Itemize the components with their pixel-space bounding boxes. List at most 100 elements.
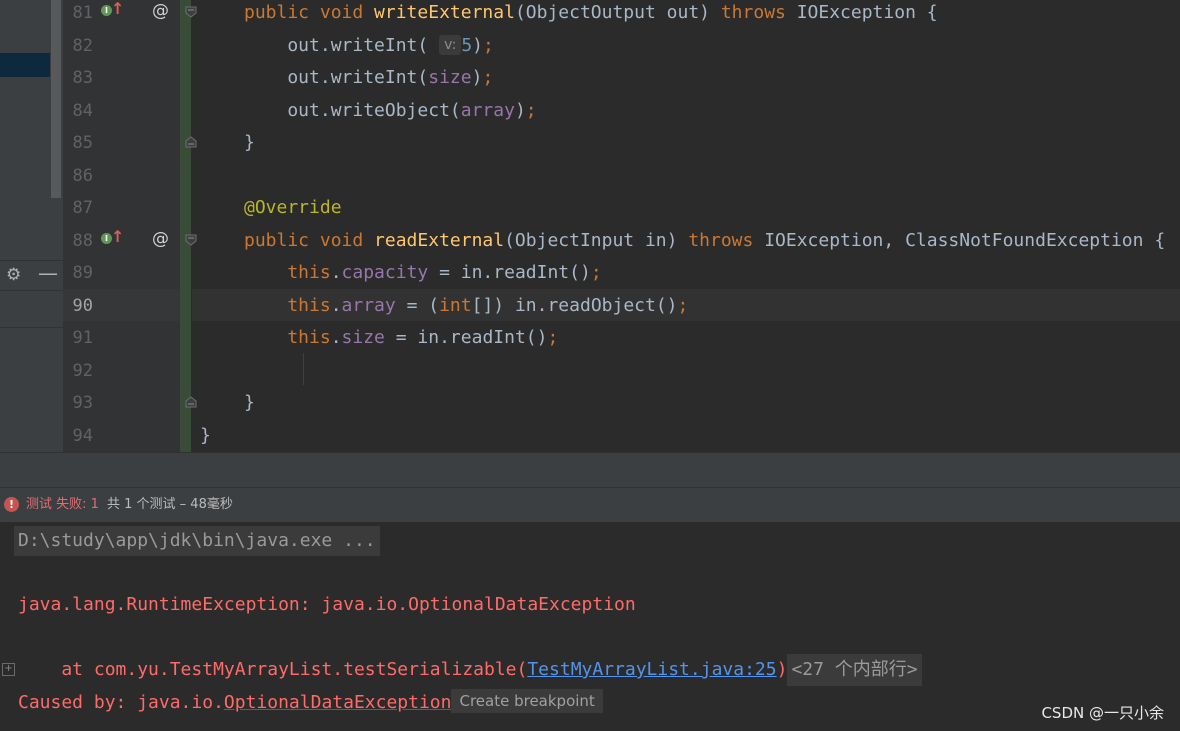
code-token: this bbox=[244, 327, 331, 348]
code-token: ; bbox=[677, 294, 689, 316]
code-token: out.writeInt( bbox=[244, 34, 440, 56]
exception-line: java.lang.RuntimeException: java.io.Opti… bbox=[18, 594, 636, 615]
line-number[interactable]: 88 bbox=[63, 225, 93, 257]
fold-icon[interactable] bbox=[184, 135, 198, 149]
code-line[interactable]: 94} bbox=[63, 420, 1180, 452]
code-token: []) in.readObject() bbox=[471, 294, 678, 316]
code-token: } bbox=[200, 424, 211, 446]
code-line[interactable]: 89 this.capacity = in.readInt(); bbox=[63, 257, 1180, 289]
code-token: array bbox=[341, 294, 396, 316]
divider bbox=[0, 290, 63, 291]
code-token: readExternal bbox=[374, 229, 505, 251]
code-token: IOException, ClassNotFoundException { bbox=[764, 229, 1166, 251]
expand-icon[interactable]: + bbox=[2, 663, 15, 676]
gear-icon[interactable]: ⚙ bbox=[6, 265, 21, 285]
code-token: throws bbox=[720, 2, 797, 23]
line-number[interactable]: 83 bbox=[63, 62, 93, 94]
code-editor[interactable]: 81 I ↑ @ public void writeExternal(ObjectOut… bbox=[63, 0, 1180, 452]
parameter-hint: v: bbox=[439, 34, 462, 55]
code-text[interactable]: out.writeObject(array); bbox=[244, 95, 536, 127]
run-console[interactable]: D:\study\app\jdk\bin\java.exe ... java.l… bbox=[0, 522, 1180, 731]
project-tool-strip: ⚙ — bbox=[0, 0, 63, 452]
error-icon: ! bbox=[4, 497, 19, 512]
annotation-marker-icon[interactable]: @ bbox=[152, 225, 169, 253]
arrow-up-icon: ↑ bbox=[111, 226, 125, 246]
code-token: size bbox=[341, 327, 385, 348]
code-text[interactable]: out.writeInt(size); bbox=[244, 62, 493, 94]
fold-icon[interactable] bbox=[184, 233, 198, 247]
code-line[interactable]: 92 bbox=[63, 355, 1180, 387]
project-selected-row[interactable] bbox=[0, 53, 50, 77]
code-token: ) bbox=[514, 99, 526, 121]
code-text[interactable]: public void readExternal(ObjectInput in)… bbox=[244, 225, 1165, 257]
code-text[interactable]: } bbox=[244, 127, 255, 159]
code-line[interactable]: 83 out.writeInt(size); bbox=[63, 62, 1180, 94]
fold-icon[interactable] bbox=[184, 5, 198, 19]
code-text[interactable]: } bbox=[244, 387, 255, 419]
line-number[interactable]: 94 bbox=[63, 420, 93, 452]
code-token: = in.readInt() bbox=[384, 327, 548, 348]
code-text[interactable]: public void writeExternal(ObjectOutput o… bbox=[244, 0, 938, 29]
code-token: writeExternal bbox=[374, 2, 515, 23]
panel-splitter[interactable] bbox=[0, 452, 1180, 488]
create-breakpoint-button[interactable]: Create breakpoint bbox=[451, 689, 603, 713]
line-number[interactable]: 81 bbox=[63, 0, 93, 29]
code-token: throws bbox=[688, 229, 765, 251]
annotation-marker-icon[interactable]: @ bbox=[152, 0, 169, 25]
code-token: out.writeInt( bbox=[244, 67, 429, 88]
line-number[interactable]: 91 bbox=[63, 322, 93, 354]
line-number[interactable]: 89 bbox=[63, 257, 93, 289]
watermark: CSDN @一只小余 bbox=[1041, 704, 1164, 722]
arrow-up-icon: ↑ bbox=[111, 0, 125, 18]
caused-by-prefix: Caused by: java.io. bbox=[18, 692, 224, 713]
code-token: = in.readInt() bbox=[428, 262, 591, 283]
code-token: . bbox=[330, 327, 342, 348]
fold-icon[interactable] bbox=[184, 395, 198, 409]
code-token: capacity bbox=[341, 262, 429, 283]
exception-class-link[interactable]: OptionalDataException bbox=[224, 692, 452, 713]
line-number[interactable]: 90 bbox=[63, 290, 93, 322]
stack-frame-prefix: at com.yu.TestMyArrayList.testSerializab… bbox=[18, 659, 528, 680]
code-line[interactable]: 91 this.size = in.readInt(); bbox=[63, 322, 1180, 354]
folded-frames-button[interactable]: <27 个内部行> bbox=[787, 654, 922, 686]
code-line[interactable]: 84 out.writeObject(array); bbox=[63, 95, 1180, 127]
line-number[interactable]: 86 bbox=[63, 160, 93, 192]
code-text[interactable]: this.capacity = in.readInt(); bbox=[244, 257, 602, 289]
source-link[interactable]: TestMyArrayList.java:25 bbox=[527, 659, 776, 680]
line-number[interactable]: 84 bbox=[63, 95, 93, 127]
code-line[interactable]: 87 @Override bbox=[63, 192, 1180, 224]
implements-method-icon[interactable]: I ↑ bbox=[101, 226, 125, 250]
line-number[interactable]: 92 bbox=[63, 355, 93, 387]
code-token: IOException { bbox=[796, 2, 938, 23]
code-token: this bbox=[244, 294, 331, 316]
code-text[interactable]: } bbox=[200, 420, 211, 452]
code-token: ; bbox=[482, 67, 494, 88]
line-number[interactable]: 87 bbox=[63, 192, 93, 224]
minimize-icon[interactable]: — bbox=[38, 261, 58, 285]
code-token: (ObjectInput in) bbox=[504, 229, 689, 251]
code-line[interactable]: 88 I ↑ @ public void readExternal(ObjectInpu… bbox=[63, 225, 1180, 257]
line-number[interactable]: 82 bbox=[63, 30, 93, 62]
code-line[interactable]: 82 out.writeInt( v: 5); bbox=[63, 30, 1180, 62]
code-line[interactable]: 85} bbox=[63, 127, 1180, 159]
code-token: ; bbox=[590, 262, 602, 283]
code-line[interactable]: 93} bbox=[63, 387, 1180, 419]
line-number[interactable]: 93 bbox=[63, 387, 93, 419]
code-token: public void bbox=[244, 2, 375, 23]
code-text[interactable]: out.writeInt( v: 5); bbox=[244, 30, 494, 62]
code-token: ) bbox=[471, 67, 483, 88]
code-token: } bbox=[244, 392, 255, 413]
code-token: 5 bbox=[461, 34, 473, 56]
test-fail-label: 测试 失败: 1 bbox=[26, 497, 99, 512]
line-number[interactable]: 85 bbox=[63, 127, 93, 159]
divider bbox=[0, 327, 63, 328]
project-scrollbar[interactable] bbox=[51, 0, 61, 198]
code-line[interactable]: 81 I ↑ @ public void writeExternal(ObjectOut… bbox=[63, 0, 1180, 29]
code-text[interactable]: @Override bbox=[244, 192, 342, 224]
code-text[interactable]: this.size = in.readInt(); bbox=[244, 322, 558, 354]
code-text[interactable]: this.array = (int[]) in.readObject(); bbox=[244, 290, 688, 322]
command-line[interactable]: D:\study\app\jdk\bin\java.exe ... bbox=[14, 526, 380, 556]
code-line[interactable]: 90 this.array = (int[]) in.readObject(); bbox=[63, 290, 1180, 322]
code-line[interactable]: 86 bbox=[63, 160, 1180, 192]
implements-method-icon[interactable]: I ↑ bbox=[101, 0, 125, 22]
